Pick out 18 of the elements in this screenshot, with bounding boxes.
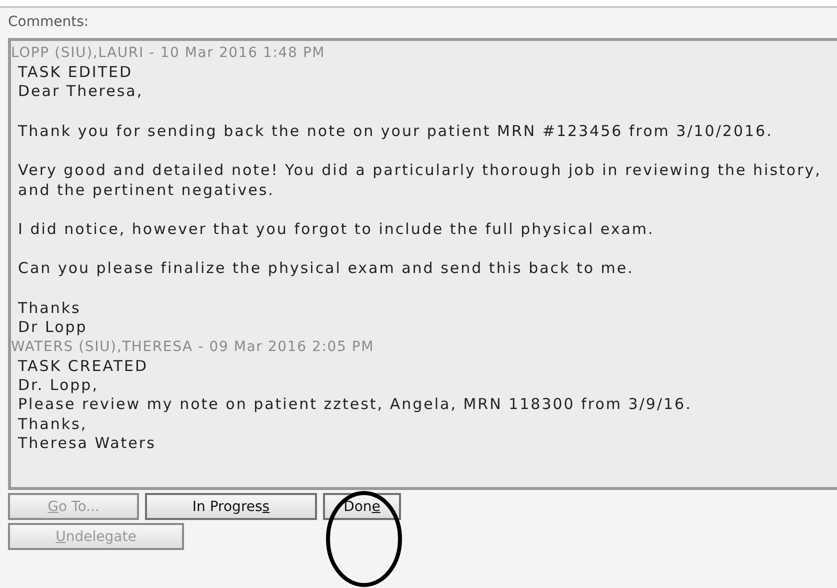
comment-line: I did notice, however that you forgot to include the full physical exam. bbox=[17, 220, 656, 240]
comment-line: Dear Theresa, bbox=[17, 82, 144, 102]
comment-line: Please review my note on patient zztest, Angela, MRN 118300 from 3/9/16. bbox=[17, 395, 693, 415]
comment-line: TASK EDITED bbox=[17, 63, 134, 82]
comment-line: Dr. Lopp, bbox=[17, 376, 100, 396]
comment-line: TASK CREATED bbox=[17, 356, 150, 376]
comments-label: Comments: bbox=[8, 14, 90, 30]
comment-header: LOPP (SIU),LAURI - 10 Mar 2016 1:48 PM bbox=[11, 44, 326, 63]
comment-line: Can you please finalize the physical exam and send this back to me. bbox=[17, 259, 635, 279]
comment-header: WATERS (SIU),THERESA - 09 Mar 2016 2:05 PM bbox=[11, 338, 376, 357]
comment-line: Theresa Waters bbox=[17, 434, 157, 454]
comment-line: Thank you for sending back the note on your patient MRN #123456 from 3/10/2016. bbox=[17, 122, 774, 142]
comment-line: Thanks, bbox=[17, 414, 88, 434]
action-button[interactable]: In Progress bbox=[145, 493, 317, 520]
comment-line: Very good and detailed note! You did a particularly thorough job in reviewing the history, bbox=[17, 161, 822, 181]
comment-line: and the pertinent negatives. bbox=[17, 180, 276, 200]
comment-line: Thanks bbox=[17, 298, 82, 318]
comment-line: Dr Lopp bbox=[17, 318, 88, 338]
